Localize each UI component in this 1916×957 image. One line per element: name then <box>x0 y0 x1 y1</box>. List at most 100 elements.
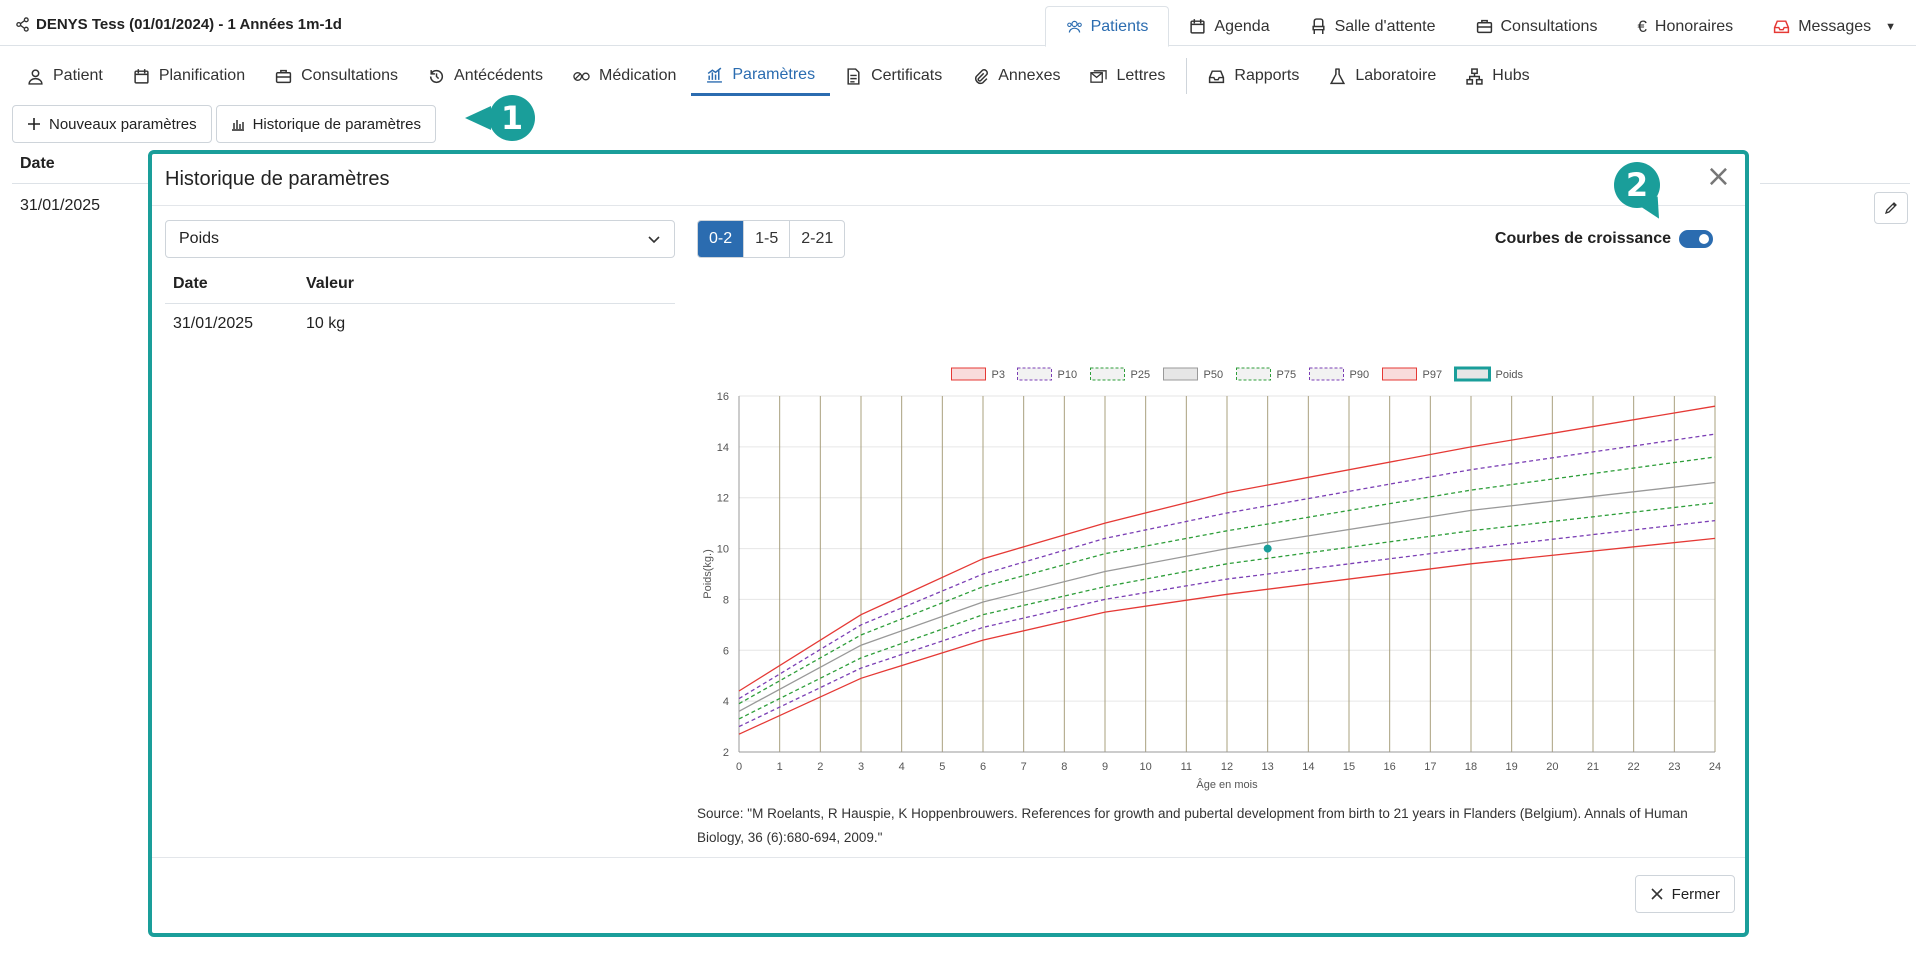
nav-messages[interactable]: Messages ▼ <box>1753 6 1916 47</box>
legend-swatch-p50 <box>1163 367 1198 381</box>
tab-parametres[interactable]: Paramètres <box>691 56 831 96</box>
y-tick-label: 2 <box>723 747 729 759</box>
x-tick-label: 1 <box>777 761 783 773</box>
users-icon <box>1066 20 1082 33</box>
tab-lettres[interactable]: Lettres <box>1075 56 1180 96</box>
button-label: Historique de paramètres <box>252 115 421 133</box>
edit-button[interactable] <box>1874 192 1908 224</box>
x-tick-label: 19 <box>1506 761 1518 773</box>
tab-hubs[interactable]: Hubs <box>1451 56 1544 96</box>
tab-label: Consultations <box>301 67 399 84</box>
legend-label: P3 <box>992 369 1005 381</box>
tab-label: Hubs <box>1492 67 1530 84</box>
modal-footer: Fermer <box>152 857 1745 933</box>
inbox-icon <box>1209 69 1225 83</box>
nav-label: Messages <box>1798 17 1872 35</box>
x-tick-label: 22 <box>1628 761 1640 773</box>
legend-swatch-poids <box>1454 366 1491 382</box>
y-tick-label: 10 <box>717 544 729 556</box>
nav-label: Patients <box>1090 17 1149 35</box>
inbox-icon <box>1774 20 1790 34</box>
legend-label: P50 <box>1204 369 1224 381</box>
nav-waiting-room[interactable]: Salle d'attente <box>1290 6 1456 47</box>
x-tick-label: 12 <box>1221 761 1233 773</box>
legend-swatch-p10 <box>1017 367 1052 381</box>
legend-label: P10 <box>1058 369 1078 381</box>
x-tick-label: 0 <box>736 761 742 773</box>
x-tick-label: 20 <box>1546 761 1558 773</box>
nav-consultations[interactable]: Consultations <box>1456 6 1618 47</box>
tab-label: Lettres <box>1116 67 1166 84</box>
legend-label: P90 <box>1350 369 1370 381</box>
user-icon <box>28 68 43 85</box>
close-icon <box>1651 888 1663 900</box>
x-tick-label: 10 <box>1140 761 1152 773</box>
nav-agenda[interactable]: Agenda <box>1169 6 1289 47</box>
data-point-poids <box>1263 544 1272 553</box>
x-tick-label: 14 <box>1302 761 1314 773</box>
tab-patient[interactable]: Patient <box>12 56 118 96</box>
tab-label: Paramètres <box>732 65 816 83</box>
divider <box>1760 183 1910 184</box>
top-header: DENYS Tess (01/01/2024) - 1 Années 1m-1d… <box>0 0 1916 47</box>
x-tick-label: 7 <box>1021 761 1027 773</box>
tab-consultations[interactable]: Consultations <box>260 56 413 96</box>
new-parameters-button[interactable]: Nouveaux paramètres <box>12 105 212 143</box>
chart-icon <box>707 67 723 83</box>
nav-label: Consultations <box>1500 17 1598 35</box>
x-tick-label: 6 <box>980 761 986 773</box>
range-0-2-button[interactable]: 0-2 <box>698 221 745 257</box>
x-tick-label: 11 <box>1181 761 1192 773</box>
legend-label: Poids <box>1496 369 1524 381</box>
tab-laboratoire[interactable]: Laboratoire <box>1314 56 1451 96</box>
calendar-icon <box>134 68 149 84</box>
x-tick-label: 2 <box>817 761 823 773</box>
tab-label: Patient <box>53 67 103 84</box>
growth-curves-toggle-group: Courbes de croissance <box>1495 230 1713 248</box>
range-1-5-button[interactable]: 1-5 <box>744 221 791 257</box>
nav-fees[interactable]: € Honoraires <box>1617 6 1753 47</box>
euro-icon: € <box>1637 16 1647 36</box>
legend-swatch-p75 <box>1236 367 1271 381</box>
pencil-icon <box>1884 202 1897 215</box>
nav-patients[interactable]: Patients <box>1044 6 1170 47</box>
y-tick-label: 6 <box>723 645 729 657</box>
chair-icon <box>1312 18 1325 34</box>
close-button[interactable]: Fermer <box>1634 875 1735 913</box>
main-nav: Patients Agenda Salle d'attente Consulta… <box>1044 6 1916 47</box>
legend-swatch-p25 <box>1090 367 1125 381</box>
patient-title-text: DENYS Tess (01/01/2024) - 1 Années 1m-1d <box>36 16 342 33</box>
parameter-select[interactable]: Poids <box>165 220 675 258</box>
table-header-row: Date Valeur <box>165 264 675 304</box>
nav-label: Honoraires <box>1654 17 1734 35</box>
x-tick-label: 15 <box>1343 761 1355 773</box>
legend-label: P97 <box>1423 369 1443 381</box>
tab-label: Planification <box>158 67 246 84</box>
growth-curves-toggle[interactable] <box>1679 230 1713 248</box>
tab-rapports[interactable]: Rapports <box>1193 56 1314 96</box>
range-2-21-button[interactable]: 2-21 <box>790 221 844 257</box>
background-date-header: Date <box>20 155 55 172</box>
values-table: Date Valeur 31/01/2025 10 kg <box>165 264 675 344</box>
tab-medication[interactable]: Médication <box>558 56 691 96</box>
parameters-history-button[interactable]: Historique de paramètres <box>215 105 436 143</box>
tab-certificats[interactable]: Certificats <box>830 56 957 96</box>
tab-annexes[interactable]: Annexes <box>957 56 1075 96</box>
nav-label: Agenda <box>1214 17 1270 35</box>
bar-chart-icon <box>231 120 244 131</box>
legend-label: P75 <box>1277 369 1297 381</box>
close-icon[interactable]: × <box>1706 162 1731 192</box>
x-tick-label: 16 <box>1384 761 1396 773</box>
source-citation: Source: "M Roelants, R Hauspie, K Hoppen… <box>697 806 1688 845</box>
y-tick-label: 4 <box>723 696 729 708</box>
step-badge-1: 1 <box>465 95 535 141</box>
table-row: 31/01/2025 10 kg <box>165 304 675 344</box>
x-tick-label: 21 <box>1587 761 1599 773</box>
flask-icon <box>1330 67 1346 84</box>
tab-planification[interactable]: Planification <box>118 56 260 96</box>
calendar-icon <box>1190 19 1206 34</box>
patient-title[interactable]: DENYS Tess (01/01/2024) - 1 Années 1m-1d <box>15 16 342 33</box>
tab-antecedents[interactable]: Antécédents <box>413 56 558 96</box>
x-tick-label: 17 <box>1424 761 1436 773</box>
x-tick-label: 23 <box>1668 761 1680 773</box>
